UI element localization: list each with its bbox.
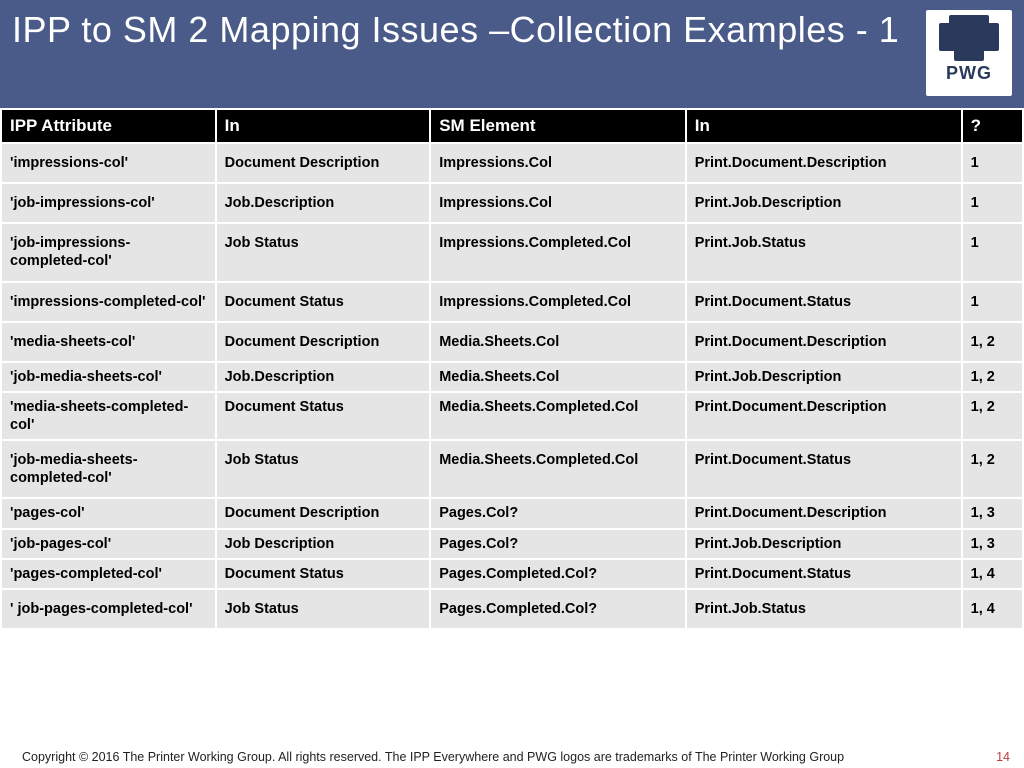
table-cell: Print.Document.Description bbox=[686, 498, 962, 528]
table-row: 'impressions-col'Document DescriptionImp… bbox=[1, 143, 1023, 183]
table-row: 'media-sheets-completed-col'Document Sta… bbox=[1, 392, 1023, 440]
table-row: 'pages-col'Document DescriptionPages.Col… bbox=[1, 498, 1023, 528]
table-cell: Media.Sheets.Col bbox=[430, 322, 686, 362]
mapping-table: IPP Attribute In SM Element In ? 'impres… bbox=[0, 108, 1024, 630]
table-cell: Impressions.Col bbox=[430, 143, 686, 183]
printer-icon bbox=[939, 23, 999, 51]
table-cell: Document Description bbox=[216, 322, 431, 362]
table-cell: 'job-pages-col' bbox=[1, 529, 216, 559]
header-notes: ? bbox=[962, 109, 1023, 143]
header-ipp-attribute: IPP Attribute bbox=[1, 109, 216, 143]
table-cell: Document Status bbox=[216, 392, 431, 440]
table-cell: Media.Sheets.Col bbox=[430, 362, 686, 392]
table-cell: Job.Description bbox=[216, 362, 431, 392]
table-cell: Pages.Col? bbox=[430, 529, 686, 559]
table-row: 'job-media-sheets-col'Job.DescriptionMed… bbox=[1, 362, 1023, 392]
header-sm-element: SM Element bbox=[430, 109, 686, 143]
logo-text: PWG bbox=[946, 63, 992, 84]
pwg-logo: PWG bbox=[926, 10, 1012, 96]
table-cell: 1 bbox=[962, 282, 1023, 322]
table-cell: 'job-media-sheets-col' bbox=[1, 362, 216, 392]
table-cell: Job Description bbox=[216, 529, 431, 559]
table-cell: Impressions.Completed.Col bbox=[430, 282, 686, 322]
table-cell: Print.Job.Description bbox=[686, 529, 962, 559]
table-cell: 1 bbox=[962, 183, 1023, 223]
table-cell: Print.Job.Description bbox=[686, 362, 962, 392]
table-cell: Impressions.Completed.Col bbox=[430, 223, 686, 281]
table-cell: 1, 2 bbox=[962, 362, 1023, 392]
table-cell: Media.Sheets.Completed.Col bbox=[430, 440, 686, 498]
table-cell: Document Status bbox=[216, 282, 431, 322]
table-cell: 'job-media-sheets-completed-col' bbox=[1, 440, 216, 498]
table-cell: 'job-impressions-col' bbox=[1, 183, 216, 223]
table-cell: Impressions.Col bbox=[430, 183, 686, 223]
table-cell: 1, 2 bbox=[962, 440, 1023, 498]
table-cell: 1, 2 bbox=[962, 322, 1023, 362]
table-cell: Print.Document.Description bbox=[686, 322, 962, 362]
table-cell: 1, 4 bbox=[962, 559, 1023, 589]
table-body: 'impressions-col'Document DescriptionImp… bbox=[1, 143, 1023, 629]
table-row: 'job-impressions-completed-col'Job Statu… bbox=[1, 223, 1023, 281]
table-cell: 1, 4 bbox=[962, 589, 1023, 629]
table-cell: Job Status bbox=[216, 589, 431, 629]
slide: IPP to SM 2 Mapping Issues –Collection E… bbox=[0, 0, 1024, 768]
table-row: 'job-impressions-col'Job.DescriptionImpr… bbox=[1, 183, 1023, 223]
table-cell: Print.Job.Description bbox=[686, 183, 962, 223]
table-cell: Print.Document.Status bbox=[686, 440, 962, 498]
table-cell: 'pages-completed-col' bbox=[1, 559, 216, 589]
table-cell: Pages.Completed.Col? bbox=[430, 559, 686, 589]
copyright-text: Copyright © 2016 The Printer Working Gro… bbox=[22, 750, 844, 764]
table-cell: Print.Document.Description bbox=[686, 392, 962, 440]
table-cell: Document Description bbox=[216, 143, 431, 183]
table-cell: Job Status bbox=[216, 223, 431, 281]
page-number: 14 bbox=[996, 750, 1010, 764]
footer: Copyright © 2016 The Printer Working Gro… bbox=[0, 750, 1024, 764]
table-row: 'impressions-completed-col'Document Stat… bbox=[1, 282, 1023, 322]
table-cell: Document Status bbox=[216, 559, 431, 589]
table-cell: Print.Document.Status bbox=[686, 559, 962, 589]
slide-title: IPP to SM 2 Mapping Issues –Collection E… bbox=[12, 8, 899, 51]
title-bar: IPP to SM 2 Mapping Issues –Collection E… bbox=[0, 0, 1024, 108]
table-row: 'job-pages-col'Job DescriptionPages.Col?… bbox=[1, 529, 1023, 559]
table-row: 'pages-completed-col'Document StatusPage… bbox=[1, 559, 1023, 589]
table-cell: Job Status bbox=[216, 440, 431, 498]
table-cell: Pages.Col? bbox=[430, 498, 686, 528]
table-cell: 'impressions-completed-col' bbox=[1, 282, 216, 322]
table-cell: Job.Description bbox=[216, 183, 431, 223]
table-cell: 'job-impressions-completed-col' bbox=[1, 223, 216, 281]
table-cell: Document Description bbox=[216, 498, 431, 528]
header-in-2: In bbox=[686, 109, 962, 143]
table-row: 'media-sheets-col'Document DescriptionMe… bbox=[1, 322, 1023, 362]
table-cell: 1, 2 bbox=[962, 392, 1023, 440]
table-cell: 'pages-col' bbox=[1, 498, 216, 528]
table-cell: 'media-sheets-completed-col' bbox=[1, 392, 216, 440]
header-in-1: In bbox=[216, 109, 431, 143]
table-cell: 1 bbox=[962, 143, 1023, 183]
table-cell: Print.Document.Status bbox=[686, 282, 962, 322]
table-header-row: IPP Attribute In SM Element In ? bbox=[1, 109, 1023, 143]
table-cell: ' job-pages-completed-col' bbox=[1, 589, 216, 629]
table-cell: 1 bbox=[962, 223, 1023, 281]
table-cell: 'impressions-col' bbox=[1, 143, 216, 183]
table-cell: Pages.Completed.Col? bbox=[430, 589, 686, 629]
table-cell: 'media-sheets-col' bbox=[1, 322, 216, 362]
table-cell: Print.Document.Description bbox=[686, 143, 962, 183]
table-row: ' job-pages-completed-col'Job StatusPage… bbox=[1, 589, 1023, 629]
table-cell: 1, 3 bbox=[962, 529, 1023, 559]
table-row: 'job-media-sheets-completed-col'Job Stat… bbox=[1, 440, 1023, 498]
table-cell: 1, 3 bbox=[962, 498, 1023, 528]
table-cell: Print.Job.Status bbox=[686, 589, 962, 629]
table-cell: Print.Job.Status bbox=[686, 223, 962, 281]
table-cell: Media.Sheets.Completed.Col bbox=[430, 392, 686, 440]
